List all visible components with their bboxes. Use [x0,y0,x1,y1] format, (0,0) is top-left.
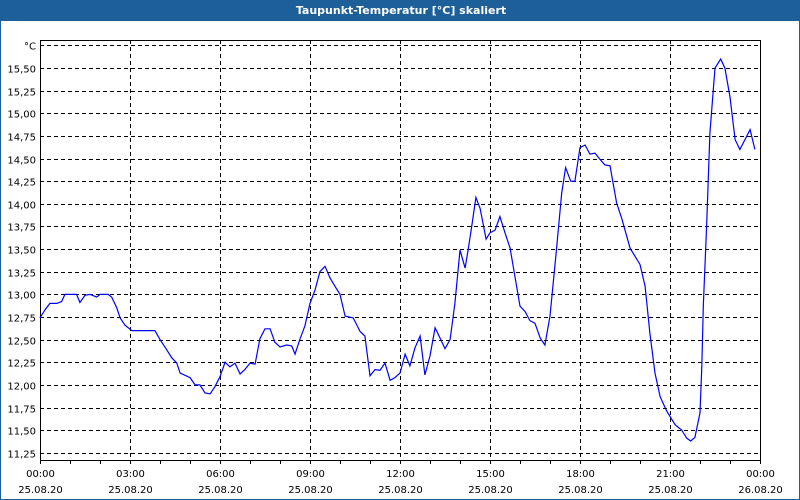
x-tick-date: 26.08.20 [738,485,783,496]
y-tick-label: 12,25 [7,359,36,370]
y-tick-label: 14,25 [7,178,36,189]
y-tick-label: 13,00 [7,291,36,302]
x-tick-date: 25.08.20 [378,485,423,496]
y-tick-label: 12,50 [7,337,36,348]
y-tick-label: 14,75 [7,133,36,144]
x-tick-date: 25.08.20 [468,485,513,496]
y-tick-label: 13,25 [7,269,36,280]
y-tick-label: °C [24,42,36,53]
x-tick-time: 21:00 [656,469,685,480]
y-tick-label: 15,25 [7,88,36,99]
x-tick-time: 12:00 [386,469,415,480]
y-tick-label: 11,25 [7,450,36,461]
x-tick-date: 25.08.20 [108,485,153,496]
x-tick-time: 15:00 [476,469,505,480]
x-tick-time: 00:00 [26,469,55,480]
x-tick-date: 25.08.20 [288,485,333,496]
x-tick-time: 00:00 [746,469,775,480]
y-tick-label: 11,75 [7,405,36,416]
y-tick-label: 13,50 [7,246,36,257]
x-tick-time: 09:00 [296,469,325,480]
y-tick-label: 14,50 [7,156,36,167]
x-tick-date: 25.08.20 [648,485,693,496]
x-tick-date: 25.08.20 [18,485,63,496]
y-tick-label: 15,00 [7,110,36,121]
dew-point-chart: °C 15,50 15,25 15,00 14,75 14,50 14,25 14,00 13,… [7,40,783,496]
y-tick-label: 11,50 [7,427,36,438]
x-tick-time: 06:00 [206,469,235,480]
x-tick-time: 18:00 [566,469,595,480]
x-tick-date: 25.08.20 [558,485,603,496]
y-tick-label: 13,75 [7,223,36,234]
y-tick-label: 14,00 [7,201,36,212]
x-tick-time: 03:00 [116,469,145,480]
y-tick-label: 15,50 [7,65,36,76]
y-tick-label: 12,75 [7,314,36,325]
y-tick-label: 12,00 [7,382,36,393]
x-tick-date: 25.08.20 [198,485,243,496]
